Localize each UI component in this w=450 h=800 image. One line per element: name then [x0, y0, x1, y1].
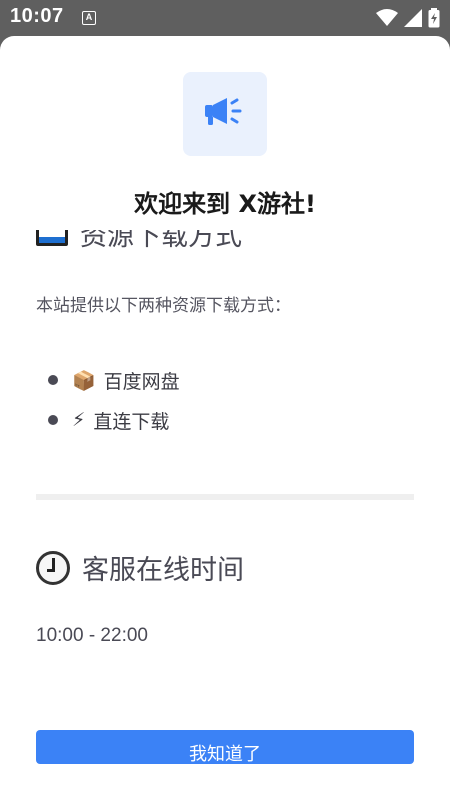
- list-item: ⚡ 直连下载: [48, 400, 180, 440]
- battery-icon: [428, 8, 440, 32]
- service-heading-text: 客服在线时间: [82, 555, 244, 586]
- acknowledge-button[interactable]: 我知道了: [36, 730, 414, 764]
- scroll-content[interactable]: 资源下载方式 本站提供以下两种资源下载方式： 📦 百度网盘 ⚡ 直连下载 客服在…: [0, 230, 450, 710]
- download-methods-list: 📦 百度网盘 ⚡ 直连下载: [48, 360, 180, 440]
- clock-icon: [36, 550, 70, 585]
- lightning-icon: ⚡: [72, 409, 86, 431]
- list-item: 📦 百度网盘: [48, 360, 180, 400]
- wifi-icon: [376, 9, 398, 31]
- status-time: 10:07: [10, 5, 64, 27]
- download-description: 本站提供以下两种资源下载方式：: [36, 296, 291, 316]
- section-divider: [36, 494, 414, 500]
- signal-icon: [404, 9, 422, 31]
- welcome-dialog: 欢迎来到 X游社! 资源下载方式 本站提供以下两种资源下载方式： 📦 百度网盘 …: [0, 36, 450, 800]
- package-icon: 📦: [72, 369, 96, 392]
- bullet-dot: [48, 415, 58, 425]
- download-heading-text: 资源下载方式: [80, 230, 242, 252]
- megaphone-icon: [203, 94, 247, 134]
- bullet-dot: [48, 375, 58, 385]
- status-icons: [376, 8, 440, 32]
- list-item-label: 直连下载: [93, 410, 170, 433]
- a-badge-icon: A: [82, 11, 96, 25]
- service-heading: 客服在线时间: [36, 548, 244, 587]
- download-heading: 资源下载方式: [36, 230, 242, 253]
- status-bar: 10:07 A: [0, 0, 450, 36]
- acknowledge-button-label: 我知道了: [189, 744, 261, 764]
- dialog-title: 欢迎来到 X游社!: [134, 190, 316, 218]
- service-hours: 10:00 - 22:00: [36, 625, 148, 646]
- logo-box: [183, 72, 267, 156]
- calendar-icon: [36, 230, 68, 246]
- list-item-label: 百度网盘: [103, 370, 180, 393]
